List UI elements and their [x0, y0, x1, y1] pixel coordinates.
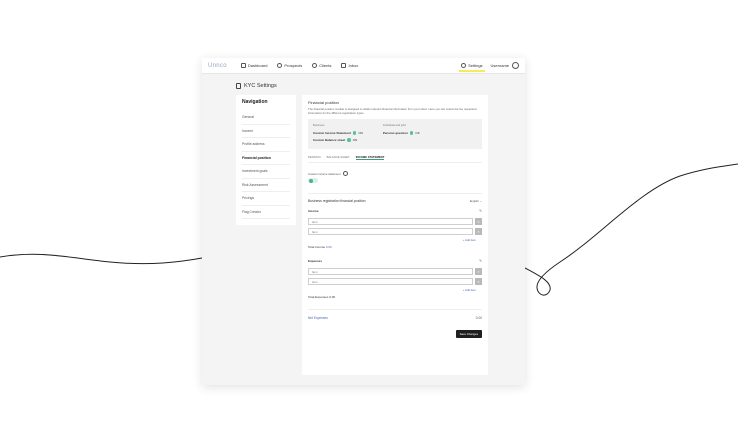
app-window: Unnco Dashboard Prospects Clients Inbox …: [202, 58, 525, 385]
nav-prospects-label: Prospects: [284, 63, 303, 68]
prospects-icon: [277, 63, 283, 68]
sidebar-item-financial-position[interactable]: Financial position: [242, 152, 290, 165]
section-description: The financial position module is designe…: [308, 107, 477, 115]
business-label: Business: [313, 123, 325, 128]
individual-label: Individual and joint: [382, 123, 407, 128]
summary-key: Pension question: [382, 131, 408, 136]
page-title-text: KYC Settings: [244, 83, 277, 89]
income-field-row: Item ×: [308, 218, 482, 226]
edit-icon[interactable]: ✎: [479, 259, 482, 263]
income-item-input[interactable]: Item: [308, 228, 473, 236]
check-icon: [409, 131, 414, 135]
tab-income-statement[interactable]: INCOME STATEMENT: [355, 155, 385, 161]
income-add-item-button[interactable]: + Add item: [308, 238, 476, 242]
income-field-row: Item ×: [308, 228, 482, 236]
income-title: Income: [308, 209, 319, 214]
summary-row: Custom Income Statement ON: [313, 131, 363, 135]
sidebar-item-general[interactable]: General: [242, 111, 290, 125]
nav-inbox-label: Inbox: [348, 63, 359, 68]
registration-header: Business registration financial position…: [308, 193, 482, 203]
nav-clients[interactable]: Clients: [312, 63, 331, 68]
expenses-title: Expenses: [308, 259, 323, 264]
edit-icon[interactable]: ✎: [479, 209, 482, 213]
individual-summary: Individual and joint Pension question OK: [383, 123, 420, 145]
summary-row: Custom Balance sheet ON: [313, 138, 363, 142]
check-icon: [347, 138, 351, 142]
registration-title: Business registration financial position: [308, 199, 366, 204]
expenses-block-title: Expenses ✎: [308, 259, 482, 263]
language-value: English: [469, 199, 479, 204]
nav-clients-label: Clients: [319, 63, 332, 68]
inbox-icon: [341, 63, 347, 68]
save-changes-button[interactable]: Save Changes: [455, 330, 482, 339]
sidebar-item-flag-creator[interactable]: Flag Creator: [242, 206, 290, 219]
clients-icon: [312, 63, 318, 68]
expense-item-input[interactable]: Item: [308, 268, 473, 276]
sidebar-item-profile-address[interactable]: Profile address: [242, 138, 290, 152]
sidebar-item-income[interactable]: Income: [242, 125, 290, 138]
income-block-title: Income ✎: [308, 209, 482, 213]
business-summary: Business Custom Income Statement ON Custo…: [313, 123, 363, 145]
check-icon: [352, 131, 357, 135]
main-panel: Financial position The financial positio…: [302, 95, 488, 375]
summary-value: ON: [352, 138, 358, 143]
page-title: KYC Settings: [236, 83, 277, 89]
save-wrap: Save Changes: [308, 330, 482, 339]
income-item-input[interactable]: Item: [308, 218, 473, 226]
expenses-total: Total Expenses 0.00: [308, 295, 482, 299]
toggle-label-text: Custom income statement: [308, 171, 341, 176]
nav-dashboard-label: Dashboard: [247, 63, 268, 68]
tab-balance-sheet[interactable]: BALANCE SHEET: [327, 155, 350, 160]
net-expenses-label: Net Expenses: [308, 316, 328, 321]
delete-icon[interactable]: ×: [475, 228, 482, 236]
net-expenses-row: Net Expenses 0.00: [308, 309, 482, 320]
net-expenses-value: 0.00: [475, 316, 482, 321]
expenses-total-value: 0.00: [329, 295, 336, 300]
info-icon: [342, 171, 348, 177]
user-name: Username: [490, 63, 509, 68]
dashboard-icon: [240, 63, 246, 68]
expenses-total-label: Total Expenses: [308, 295, 329, 300]
nav-dashboard[interactable]: Dashboard: [240, 63, 268, 68]
delete-icon[interactable]: ×: [475, 278, 482, 286]
sidebar-heading: Navigation: [242, 99, 268, 105]
summary-key: Custom Income Statement: [313, 131, 351, 136]
delete-icon[interactable]: ×: [475, 218, 482, 226]
income-total: Total Income 0.00: [308, 245, 482, 249]
summary-row: Pension question OK: [383, 131, 420, 135]
top-navbar: Unnco Dashboard Prospects Clients Inbox …: [202, 58, 525, 74]
stage: Unnco Dashboard Prospects Clients Inbox …: [0, 0, 738, 430]
income-total-value: 0.00: [325, 245, 332, 250]
custom-income-toggle[interactable]: [308, 178, 318, 184]
expense-field-row: Item ×: [308, 268, 482, 276]
expense-field-row: Item ×: [308, 278, 482, 286]
info-summary-box: Business Custom Income Statement ON Custo…: [308, 119, 482, 150]
chevron-down-icon: ⌄: [479, 199, 482, 204]
settings-label: Settings: [468, 63, 483, 68]
nav-prospects[interactable]: Prospects: [277, 63, 302, 68]
app-logo[interactable]: Unnco: [208, 63, 227, 69]
sidebar-item-risk-assessment[interactable]: Risk Assessment: [242, 179, 290, 192]
summary-key: Custom Balance sheet: [313, 138, 346, 143]
tab-pension[interactable]: PENSION: [308, 155, 321, 160]
summary-value: OK: [415, 131, 420, 136]
sidebar-item-pricings[interactable]: Pricings: [242, 192, 290, 206]
expenses-add-item-button[interactable]: + Add item: [308, 288, 476, 292]
delete-icon[interactable]: ×: [475, 268, 482, 276]
gear-icon: [461, 63, 467, 68]
sidebar: Navigation General Income Profile addres…: [236, 95, 296, 225]
expense-item-input[interactable]: Item: [308, 278, 473, 286]
sidebar-item-investment-goals[interactable]: Investment goals: [242, 165, 290, 179]
avatar-icon: [512, 62, 519, 69]
document-icon: [236, 83, 241, 89]
language-select[interactable]: English ⌄: [470, 199, 482, 203]
toggle-label: Custom income statement: [308, 171, 482, 177]
user-menu[interactable]: Username: [491, 62, 519, 69]
income-total-label: Total Income: [308, 245, 326, 250]
summary-value: ON: [358, 131, 363, 136]
section-title: Financial position: [308, 100, 339, 105]
tab-bar: PENSION BALANCE SHEET INCOME STATEMENT: [308, 155, 482, 164]
nav-inbox[interactable]: Inbox: [341, 63, 358, 68]
settings-link[interactable]: Settings: [459, 63, 486, 72]
